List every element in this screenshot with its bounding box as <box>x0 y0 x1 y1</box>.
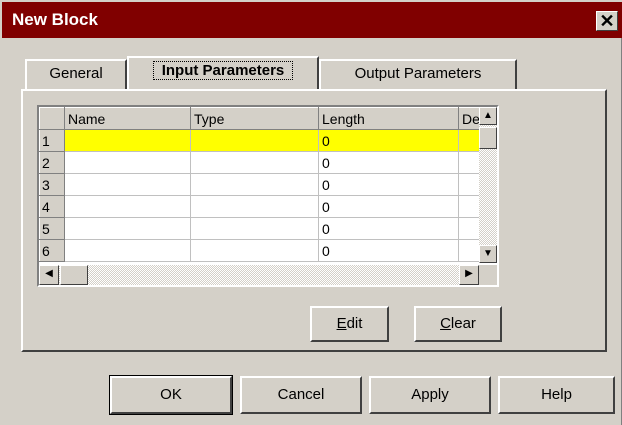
de-cell[interactable] <box>458 217 481 240</box>
horizontal-scrollbar[interactable]: ◀ ▶ <box>39 265 479 285</box>
type-cell[interactable] <box>190 217 319 240</box>
apply-label: Apply <box>411 386 449 403</box>
length-cell[interactable]: 0 <box>318 129 459 152</box>
edit-label: dit <box>346 315 363 332</box>
help-label: Help <box>541 386 572 403</box>
tab-general-label: General <box>49 65 103 82</box>
scrollbar-corner <box>479 265 497 285</box>
length-cell[interactable]: 0 <box>318 217 459 240</box>
scroll-down-button[interactable]: ▼ <box>479 245 497 263</box>
clear-hotkey: C <box>440 315 451 332</box>
ok-label: OK <box>160 386 182 403</box>
row-header[interactable]: 3 <box>39 173 65 196</box>
type-cell[interactable] <box>190 173 319 196</box>
name-cell[interactable] <box>64 217 191 240</box>
length-cell[interactable]: 0 <box>318 173 459 196</box>
cancel-label: Cancel <box>277 386 325 403</box>
type-cell[interactable] <box>190 151 319 174</box>
column-header-name[interactable]: Name <box>64 107 191 130</box>
row-header[interactable]: 2 <box>39 151 65 174</box>
tab-output-parameters[interactable]: Output Parameters <box>319 59 517 89</box>
row-header[interactable]: 1 <box>39 129 65 152</box>
type-cell[interactable] <box>190 129 319 152</box>
edit-hotkey: E <box>336 315 347 332</box>
name-cell[interactable] <box>64 195 191 218</box>
arrow-left-icon: ◀ <box>45 268 53 279</box>
vertical-scroll-thumb[interactable] <box>479 127 497 149</box>
tab-input-parameters[interactable]: Input Parameters <box>127 56 319 89</box>
parameters-grid[interactable]: Name Type Length De 1 0 2 0 3 0 4 0 5 0 … <box>37 105 499 287</box>
corner-header[interactable] <box>39 107 65 130</box>
de-cell[interactable] <box>458 151 481 174</box>
scroll-right-button[interactable]: ▶ <box>459 265 479 285</box>
table-row[interactable]: 3 0 <box>39 173 481 196</box>
clear-button[interactable]: Clear <box>414 306 502 342</box>
arrow-right-icon: ▶ <box>465 268 473 279</box>
horizontal-scroll-thumb[interactable] <box>60 265 88 285</box>
de-cell[interactable] <box>458 195 481 218</box>
tab-panel: Name Type Length De 1 0 2 0 3 0 4 0 5 0 … <box>21 89 607 352</box>
table-row[interactable]: 2 0 <box>39 151 481 174</box>
de-cell[interactable] <box>458 173 481 196</box>
de-cell[interactable] <box>458 239 481 262</box>
table-row[interactable]: 6 0 <box>39 239 481 262</box>
type-cell[interactable] <box>190 195 319 218</box>
close-button[interactable]: ✕ <box>596 11 618 31</box>
length-cell[interactable]: 0 <box>318 195 459 218</box>
column-header-type[interactable]: Type <box>190 107 319 130</box>
clear-label: lear <box>450 315 476 332</box>
dialog-window: New Block ✕ General Input Parameters Out… <box>0 0 622 425</box>
tab-output-parameters-label: Output Parameters <box>354 65 482 82</box>
tab-general[interactable]: General <box>25 59 127 89</box>
type-cell[interactable] <box>190 239 319 262</box>
column-header-length[interactable]: Length <box>318 107 459 130</box>
cancel-button[interactable]: Cancel <box>240 376 362 414</box>
scroll-left-button[interactable]: ◀ <box>39 265 59 285</box>
table-row[interactable]: 4 0 <box>39 195 481 218</box>
edit-button[interactable]: Edit <box>310 306 389 342</box>
arrow-down-icon: ▼ <box>483 248 493 259</box>
column-header-de[interactable]: De <box>458 107 481 130</box>
de-cell[interactable] <box>458 129 481 152</box>
header-row: Name Type Length De <box>39 107 481 130</box>
arrow-up-icon: ▲ <box>483 110 493 121</box>
ok-button[interactable]: OK <box>109 375 233 415</box>
name-cell[interactable] <box>64 129 191 152</box>
name-cell[interactable] <box>64 173 191 196</box>
name-cell[interactable] <box>64 239 191 262</box>
row-header[interactable]: 4 <box>39 195 65 218</box>
scroll-up-button[interactable]: ▲ <box>479 107 497 125</box>
row-header[interactable]: 6 <box>39 239 65 262</box>
apply-button[interactable]: Apply <box>369 376 491 414</box>
row-header[interactable]: 5 <box>39 217 65 240</box>
vertical-scrollbar[interactable]: ▲ ▼ <box>479 107 497 263</box>
help-button[interactable]: Help <box>498 376 615 414</box>
close-icon: ✕ <box>599 11 615 31</box>
table-row[interactable]: 1 0 <box>39 129 481 152</box>
tab-input-parameters-label: Input Parameters <box>152 61 294 80</box>
length-cell[interactable]: 0 <box>318 151 459 174</box>
window-title: New Block <box>12 10 98 29</box>
title-bar[interactable]: New Block ✕ <box>0 0 622 38</box>
name-cell[interactable] <box>64 151 191 174</box>
table-row[interactable]: 5 0 <box>39 217 481 240</box>
parameters-table: Name Type Length De 1 0 2 0 3 0 4 0 5 0 … <box>39 107 481 262</box>
length-cell[interactable]: 0 <box>318 239 459 262</box>
